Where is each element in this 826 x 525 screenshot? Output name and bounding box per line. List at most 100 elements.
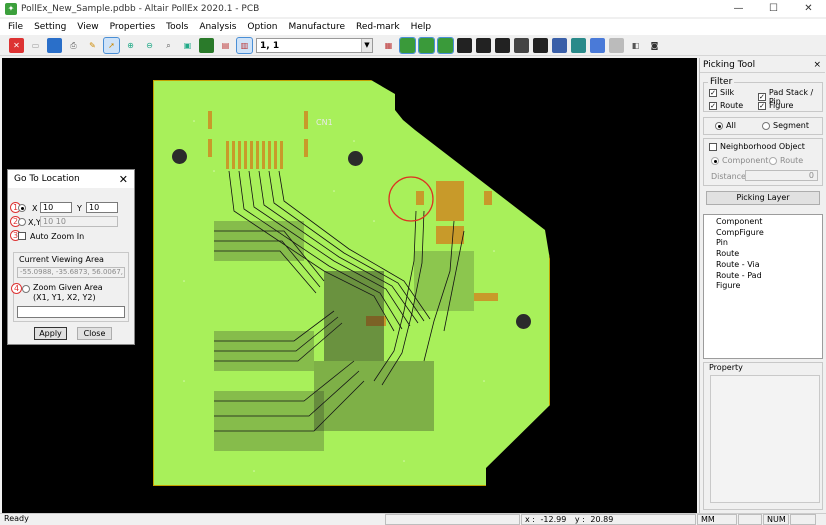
open-icon[interactable]: ▭ — [28, 38, 43, 53]
neighborhood-checkbox[interactable]: Neighborhood Object — [709, 142, 805, 151]
camera-icon[interactable]: ◙ — [647, 38, 662, 53]
blank-icon[interactable] — [609, 38, 624, 53]
radio-xy-separate[interactable] — [18, 204, 26, 212]
radio-xy-combined[interactable] — [18, 218, 26, 226]
title-bar: ✦ PollEx_New_Sample.pdbb - Altair PollEx… — [0, 0, 826, 17]
all-radio[interactable]: All — [715, 121, 736, 130]
menu-help[interactable]: Help — [411, 22, 432, 32]
property-grid[interactable] — [710, 375, 820, 503]
go-to-location-dialog: Go To Location ✕ 1 X 10 Y 10 2 X,Y 10 10… — [7, 169, 135, 345]
auto-zoom-checkbox[interactable] — [18, 232, 26, 240]
grid-3-icon[interactable] — [437, 37, 454, 54]
layer-edit-icon[interactable]: ▤ — [218, 38, 233, 53]
component-radio[interactable]: Component — [711, 156, 768, 165]
close-window-button[interactable]: ✕ — [791, 0, 826, 17]
menu-manufacture[interactable]: Manufacture — [288, 22, 345, 32]
zoom-search-icon[interactable]: ⌕ — [161, 38, 176, 53]
layer-combo[interactable]: 1, 1 ▼ — [256, 38, 373, 53]
layer-list[interactable]: Component CompFigure Pin Route Route - V… — [703, 214, 823, 359]
print-icon[interactable]: ⎙ — [66, 38, 81, 53]
report-icon[interactable] — [590, 38, 605, 53]
coords-cell: x : -12.99 y : 20.89 — [521, 514, 696, 525]
component-label: Component — [722, 156, 769, 165]
list-item[interactable]: Figure — [706, 281, 822, 292]
list-item[interactable]: CompFigure — [706, 228, 822, 239]
radio-zoom-given[interactable] — [22, 285, 30, 293]
menu-file[interactable]: File — [8, 22, 23, 32]
view-1-icon[interactable] — [457, 38, 472, 53]
view-5-icon[interactable] — [533, 38, 548, 53]
window-title: PollEx_New_Sample.pdbb - Altair PollEx 2… — [21, 3, 260, 14]
panel-close-icon[interactable]: × — [813, 60, 821, 70]
status-cell-blank — [738, 514, 762, 525]
silk-checkbox[interactable]: ✓ Silk — [709, 88, 734, 97]
drc-icon[interactable] — [552, 38, 567, 53]
segment-radio[interactable]: Segment — [762, 121, 809, 130]
viewing-area-field: -55.0988, -35.6873, 56.0067, — [17, 267, 125, 278]
layer-settings-icon[interactable]: ▦ — [381, 38, 396, 53]
menu-red-mark[interactable]: Red-mark — [356, 22, 400, 32]
dialog-close-icon[interactable]: ✕ — [119, 173, 128, 186]
route-checkbox[interactable]: ✓ Route — [709, 101, 743, 110]
menu-analysis[interactable]: Analysis — [199, 22, 236, 32]
tool-icon[interactable]: ◧ — [628, 38, 643, 53]
list-item[interactable]: Component — [706, 217, 822, 228]
board-view-icon[interactable] — [199, 38, 214, 53]
xy-input[interactable]: 10 10 — [40, 216, 118, 227]
zoom-given-label: Zoom Given Area — [33, 283, 103, 292]
measure-icon[interactable]: ✎ — [85, 38, 100, 53]
list-item[interactable]: Route — [706, 249, 822, 260]
pcb-canvas[interactable]: CN1 Go To Location ✕ 1 X 10 Y 10 2 X,Y 1… — [2, 58, 697, 513]
menu-view[interactable]: View — [77, 22, 98, 32]
select-pointer-icon[interactable]: ➚ — [103, 37, 120, 54]
viewing-area-group: Current Viewing Area -55.0988, -35.6873,… — [11, 252, 129, 322]
pcb-board[interactable]: CN1 — [153, 80, 550, 486]
picking-layer-button[interactable]: Picking Layer — [706, 191, 820, 205]
close-button[interactable]: Close — [77, 327, 112, 340]
zoom-fit-icon[interactable]: ▣ — [180, 38, 195, 53]
distance-label: Distance — [711, 172, 746, 181]
y-coord-value: 20.89 — [590, 515, 614, 524]
view-4-icon[interactable] — [514, 38, 529, 53]
mount-hole-top-left — [172, 149, 187, 164]
minimize-button[interactable]: — — [721, 0, 756, 17]
menu-properties[interactable]: Properties — [110, 22, 155, 32]
distance-input[interactable]: 0 — [745, 170, 818, 181]
new-icon[interactable]: ✕ — [9, 38, 24, 53]
apply-button[interactable]: Apply — [34, 327, 67, 340]
list-item[interactable]: Route - Via — [706, 260, 822, 271]
picking-header: Picking Tool × — [700, 58, 825, 73]
menu-option[interactable]: Option — [247, 22, 277, 32]
maximize-button[interactable]: ☐ — [756, 0, 791, 17]
dialog-title: Go To Location — [14, 174, 80, 184]
all-label: All — [726, 121, 736, 130]
zoom-given-input[interactable] — [17, 306, 125, 318]
y-input[interactable]: 10 — [86, 202, 118, 213]
silk-label: Silk — [720, 88, 735, 97]
x-input[interactable]: 10 — [40, 202, 72, 213]
zoom-in-icon[interactable]: ⊕ — [123, 38, 138, 53]
layer-stack-icon[interactable]: ▥ — [236, 37, 253, 54]
viewing-area-label: Current Viewing Area — [19, 255, 104, 264]
xy-label: X,Y — [28, 218, 41, 227]
zoom-out-icon[interactable]: ⊖ — [142, 38, 157, 53]
figure-checkbox[interactable]: ✓ Figure — [758, 101, 793, 110]
menu-tools[interactable]: Tools — [166, 22, 188, 32]
grid-1-icon[interactable] — [399, 37, 416, 54]
list-item[interactable]: Route - Pad — [706, 271, 822, 282]
status-bar: Ready x : -12.99 y : 20.89 MM NUM — [0, 513, 826, 525]
save-icon[interactable] — [47, 38, 62, 53]
status-empty-cell — [385, 514, 520, 525]
view-3-icon[interactable] — [495, 38, 510, 53]
grid-2-icon[interactable] — [418, 37, 435, 54]
route-radio[interactable]: Route — [769, 156, 803, 165]
picking-tool-panel: Picking Tool × Filter ✓ Silk ✓ Pad Stack /… — [699, 58, 825, 513]
num-cell: NUM — [763, 514, 789, 525]
check-icon[interactable] — [571, 38, 586, 53]
zoom-given-sublabel: (X1, Y1, X2, Y2) — [33, 293, 96, 302]
menu-setting[interactable]: Setting — [34, 22, 66, 32]
list-item[interactable]: Pin — [706, 238, 822, 249]
picking-title: Picking Tool — [703, 60, 756, 70]
filter-label: Filter — [708, 77, 735, 87]
view-2-icon[interactable] — [476, 38, 491, 53]
